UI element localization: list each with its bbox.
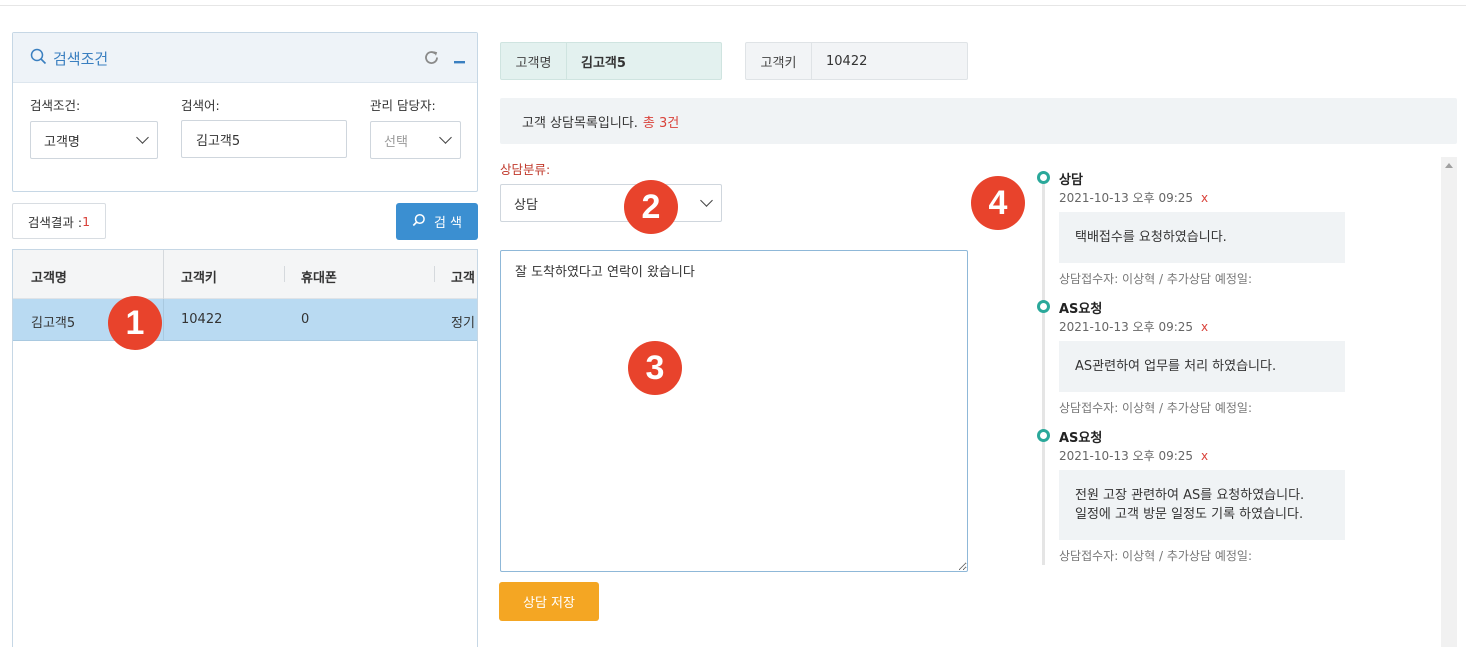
grid-header-phone[interactable]: 휴대폰 [301, 267, 337, 286]
timeline-item-date: 2021-10-13 오후 09:25 x [1059, 447, 1208, 464]
cell-name: 김고객5 [31, 316, 76, 331]
timeline-item-meta: 상담접수자: 이상혁 / 추가상담 예정일: [1059, 549, 1252, 563]
chevron-down-icon [700, 194, 713, 207]
refresh-icon[interactable] [423, 49, 440, 69]
timeline-item-title: AS요청 [1059, 431, 1103, 446]
timeline-dot [1037, 300, 1050, 313]
delete-icon[interactable]: x [1201, 320, 1208, 334]
grid-header-key[interactable]: 고객키 [181, 267, 217, 286]
timeline-body-line: AS관련하여 업무를 처리 하였습니다. [1075, 359, 1277, 374]
category-select[interactable]: 상담 [500, 184, 722, 222]
search-panel-header: 검색조건 [13, 33, 477, 83]
keyword-label: 검색어: [181, 98, 220, 113]
cell-key: 10422 [181, 312, 223, 327]
condition-label: 검색조건: [30, 98, 81, 113]
customer-key-field: 고객키 10422 [745, 42, 968, 80]
search-panel-title-text: 검색조건 [53, 50, 109, 68]
customer-grid: 고객명 고객키 휴대폰 고객 김고객5 10422 0 정기 [12, 249, 478, 647]
timeline-body-line: 택배접수를 요청하였습니다. [1075, 230, 1227, 245]
consult-memo-textarea[interactable]: 잘 도착하였다고 연락이 왔습니다 [500, 250, 968, 572]
chevron-down-icon [439, 131, 452, 144]
timeline-date-text: 2021-10-13 오후 09:25 [1059, 449, 1194, 463]
timeline-item-meta: 상담접수자: 이상혁 / 추가상담 예정일: [1059, 272, 1252, 286]
consult-save-button[interactable]: 상담 저장 [499, 582, 599, 621]
timeline-item-title: AS요청 [1059, 302, 1103, 317]
step-marker-3: 3 [628, 341, 682, 395]
column-divider[interactable] [284, 266, 285, 282]
search-condition-panel: 검색조건 검색조건: 고객명 검색어: 관리 담당자: 선택 [12, 32, 478, 192]
customer-key-label: 고객키 [746, 43, 812, 79]
condition-select-value: 고객명 [44, 134, 80, 150]
table-row[interactable]: 김고객5 10422 0 정기 [13, 299, 477, 341]
search-panel-title: 검색조건 [30, 48, 108, 69]
timeline-item-meta: 상담접수자: 이상혁 / 추가상담 예정일: [1059, 401, 1252, 415]
collapse-icon[interactable] [454, 51, 465, 67]
result-label: 검색결과 : [27, 214, 83, 230]
search-icon [30, 48, 47, 69]
column-divider[interactable] [163, 250, 164, 299]
manager-select-value: 선택 [384, 134, 408, 150]
timeline-item-body: 택배접수를 요청하였습니다. [1059, 212, 1345, 263]
category-select-value: 상담 [514, 197, 538, 213]
timeline-date-text: 2021-10-13 오후 09:25 [1059, 191, 1194, 205]
scroll-up-icon[interactable] [1445, 163, 1453, 168]
grid-header-name[interactable]: 고객명 [31, 267, 67, 286]
timeline-item-date: 2021-10-13 오후 09:25 x [1059, 189, 1208, 206]
timeline-dot [1037, 171, 1050, 184]
condition-select[interactable]: 고객명 [30, 121, 158, 159]
top-divider [0, 5, 1466, 6]
delete-icon[interactable]: x [1201, 191, 1208, 205]
customer-key-value: 10422 [826, 53, 868, 69]
timeline-body-line: 일정에 고객 방문 일정도 기록 하였습니다. [1075, 507, 1304, 522]
timeline-item-title: 상담 [1059, 173, 1083, 188]
column-divider [163, 299, 164, 341]
result-count: 1 [82, 213, 91, 229]
delete-icon[interactable]: x [1201, 449, 1208, 463]
consult-list-notice: 고객 상담목록입니다. 총 3건 [500, 98, 1457, 144]
cell-phone: 0 [301, 312, 310, 327]
column-divider[interactable] [434, 266, 435, 282]
step-marker-4: 4 [971, 176, 1025, 230]
timeline-dot [1037, 429, 1050, 442]
timeline-item-body: 전원 고장 관련하여 AS를 요청하였습니다. 일정에 고객 방문 일정도 기록… [1059, 470, 1345, 540]
search-icon [412, 213, 426, 231]
keyword-input[interactable] [181, 120, 347, 158]
search-result-count: 검색결과 : 1 [12, 203, 106, 239]
manager-select[interactable]: 선택 [370, 121, 461, 159]
chevron-down-icon [136, 131, 149, 144]
search-button-label: 검 색 [433, 216, 463, 231]
timeline-body-line: 전원 고장 관련하여 AS를 요청하였습니다. [1075, 488, 1305, 503]
grid-header-type[interactable]: 고객 [451, 267, 475, 286]
timeline-line [1042, 180, 1045, 565]
notice-total: 총 3건 [642, 115, 680, 131]
customer-name-label: 고객명 [501, 43, 567, 79]
customer-name-value: 김고객5 [581, 55, 626, 71]
timeline-item-date: 2021-10-13 오후 09:25 x [1059, 318, 1208, 335]
search-button[interactable]: 검 색 [396, 203, 478, 240]
manager-label: 관리 담당자: [370, 98, 436, 113]
timeline-item-body: AS관련하여 업무를 처리 하였습니다. [1059, 341, 1345, 392]
step-marker-2: 2 [624, 180, 678, 234]
timeline-date-text: 2021-10-13 오후 09:25 [1059, 320, 1194, 334]
grid-header: 고객명 고객키 휴대폰 고객 [13, 250, 477, 299]
category-label: 상담분류: [500, 162, 551, 177]
cell-type: 정기 [451, 316, 475, 331]
timeline-scrollbar[interactable] [1441, 157, 1457, 647]
step-marker-1: 1 [108, 296, 162, 350]
customer-name-field: 고객명 김고객5 [500, 42, 722, 80]
notice-text: 고객 상담목록입니다. [522, 115, 638, 131]
